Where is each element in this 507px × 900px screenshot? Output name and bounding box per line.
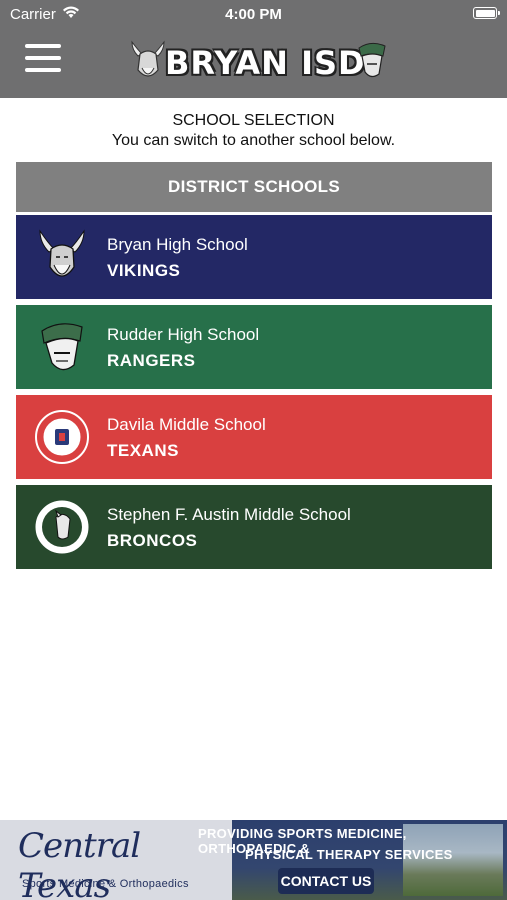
school-item-sfa-middle[interactable]: Stephen F. Austin Middle School BRONCOS [16, 485, 492, 569]
school-item-rudder-high[interactable]: Rudder High School RANGERS [16, 305, 492, 389]
ranger-head-icon [358, 42, 386, 78]
bronco-logo-icon [35, 500, 89, 554]
school-selection-heading: SCHOOL SELECTION You can switch to anoth… [0, 111, 507, 151]
ad-headline-2: PHYSICAL THERAPY SERVICES [245, 847, 453, 862]
school-mascot: BRONCOS [107, 531, 198, 550]
school-item-davila-middle[interactable]: Davila Middle School TEXANS [16, 395, 492, 479]
ad-banner[interactable]: Central Texas Sports Medicine & Orthopae… [0, 820, 507, 900]
school-name: Bryan High School [107, 235, 248, 254]
school-name: Stephen F. Austin Middle School [107, 505, 351, 524]
ranger-logo-icon [41, 323, 83, 371]
school-name: Davila Middle School [107, 415, 266, 434]
status-bar: Carrier 4:00 PM [0, 0, 507, 28]
texans-logo-icon [35, 410, 89, 464]
contact-us-button[interactable]: CONTACT US [278, 868, 374, 894]
page-title: SCHOOL SELECTION [172, 112, 335, 129]
school-item-bryan-high[interactable]: Bryan High School VIKINGS [16, 215, 492, 299]
viking-logo-icon [39, 229, 85, 277]
battery-icon [473, 7, 500, 19]
hamburger-menu-button[interactable] [25, 42, 61, 74]
brand-title: BRYAN ISD [165, 44, 366, 82]
clock: 4:00 PM [225, 6, 282, 23]
school-mascot: TEXANS [107, 441, 179, 460]
page-subtitle: You can switch to another school below. [111, 132, 396, 149]
school-name: Rudder High School [107, 325, 260, 344]
viking-head-icon [131, 40, 165, 77]
district-schools-header: DISTRICT SCHOOLS [16, 162, 492, 212]
brand-logo: BRYAN ISD [128, 40, 388, 82]
school-mascot: RANGERS [107, 351, 196, 370]
ad-brand-subtitle: Sports Medicine & Orthopaedics [22, 878, 189, 890]
app-header: Carrier 4:00 PM BRYAN ISD [0, 0, 507, 98]
school-mascot: VIKINGS [107, 261, 181, 280]
